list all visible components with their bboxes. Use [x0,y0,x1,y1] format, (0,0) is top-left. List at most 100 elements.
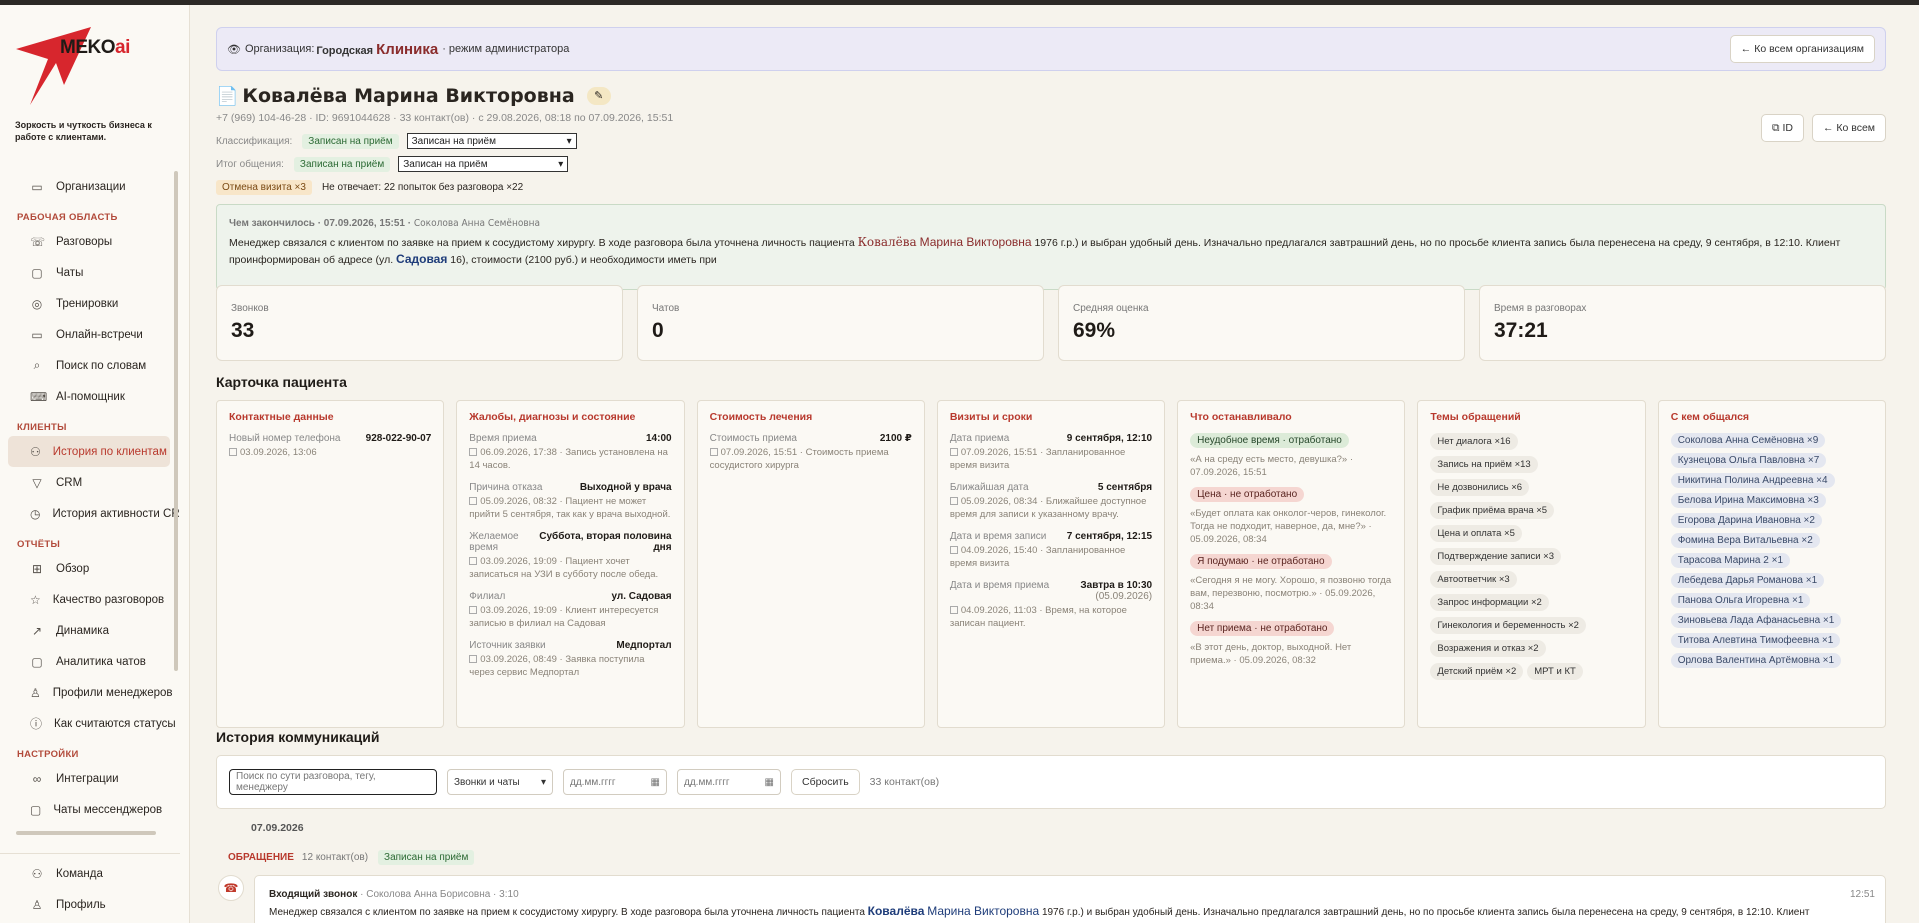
sidebar-item-integrations[interactable]: ∞ Интеграции [8,763,170,794]
sidebar-item-client-history[interactable]: ⚇ История по клиентам [8,436,170,467]
team-icon: ⚇ [31,866,43,881]
person-chip: Егорова Дарина Ивановна ×2 [1670,513,1822,528]
field-label: Желаемое время [469,531,519,553]
field-row: Дата приема 9 сентября, 12:10 [950,433,1152,444]
edit-icon[interactable]: ✎ [586,87,611,105]
classification-tag: Записан на приём [302,133,399,149]
person-chip: Титова Алевтина Тимофеевна ×1 [1670,633,1841,648]
all-organizations-button[interactable]: ← Ко всем организациям [1729,35,1875,63]
person-row: Титова Алевтина Тимофеевна ×1 [1670,633,1873,653]
note: 03.09.2026, 19:09 · Пациент хочет записа… [469,556,659,580]
history-search-input[interactable]: Поиск по сути разговора, тегу, менеджеру [229,769,437,795]
top-bar [0,0,1919,5]
sidebar-item-conversations[interactable]: ☏ Разговоры [8,226,170,257]
topic-chip: Нет диалога ×16 [1430,433,1518,450]
field-value: 9 сентября, 12:10 [1066,433,1153,444]
assistant-icon: ⌨ [30,389,48,404]
sidebar-item-ai-assistant[interactable]: ⌨ AI-помощник [8,381,170,412]
history-title: История коммуникаций [216,729,380,745]
main-content: 👁 Организация: Городская Клиника · режим… [216,27,1886,923]
history-icon: ◷ [30,506,41,521]
sidebar-item-overview[interactable]: ⊞ Обзор [8,553,170,584]
channel-select[interactable]: Звонки и чаты ▾ [447,769,553,795]
eye-icon: 👁 [227,43,241,56]
help-icon: ⓘ [30,717,43,731]
stat-chats: Чатов 0 [637,285,1044,361]
sidebar-bottom: ⚇ Команда ♙ Профиль [0,853,180,920]
topic-chip: График приёма врача ×5 [1430,502,1555,519]
calendar-icon [469,497,478,505]
field-row: Филиал ул. Садовая [469,591,671,602]
person-chip: Лебедева Дарья Романова ×1 [1670,573,1825,588]
sidebar-item-trainings[interactable]: ◎ Тренировки [8,288,170,319]
sidebar-item-organizations[interactable]: ▭ Организации [8,171,170,202]
topic-chip: Возражения и отказ ×2 [1430,640,1546,657]
classification-select[interactable]: Записан на приём ▾ [406,133,577,149]
note: 03.09.2026, 08:49 · Заявка поступила чер… [469,654,645,678]
note: 05.09.2026, 08:34 · Ближайшее доступное … [949,496,1147,520]
field-label: Причина отказа [469,482,543,493]
sidebar-scrollbar-horizontal[interactable] [16,831,156,835]
sidebar-item-crm-activity[interactable]: ◷ История активности CRM [8,498,180,529]
reset-button[interactable]: Сбросить [791,769,860,795]
person-row: Кузнецова Ольга Павловна ×7 [1670,453,1873,473]
card-contacts: Контактные данные Новый номер телефона 92… [216,400,445,728]
summary-head: Чем закончилось · 07.09.2026, 15:51 · Со… [229,218,541,229]
calendar-icon [709,448,718,456]
sidebar-scrollbar-vertical[interactable] [174,171,178,671]
topic-chip: Автоответчик ×3 [1430,571,1517,588]
topic-chip: Гинекология и беременность ×2 [1430,617,1586,634]
field-row: Причина отказа Выходной у врача [469,482,671,493]
video-icon: ▭ [31,327,43,342]
patient-cards: Контактные данные Новый номер телефона 92… [216,400,1886,728]
person-row: Фомина Вера Витальевна ×2 [1670,533,1873,553]
result-row: Итог общения: Записан на приём Записан н… [216,156,569,172]
chevron-down-icon: ▾ [540,776,546,788]
logo-text: MEKOai [60,37,130,58]
sidebar-item-manager-profiles[interactable]: ♙ Профили менеджеров [8,677,173,708]
stat-rating: Средняя оценка 69% [1058,285,1465,361]
call-summary: Менеджер связался с клиентом по заявке н… [269,904,1810,918]
phone-icon: ☏ [30,234,46,249]
date-from-input[interactable]: дд.мм.гггг ▦ [563,769,667,795]
person-row: Никитина Полина Андреевна ×4 [1670,473,1873,493]
sidebar-item-word-search[interactable]: ⌕ Поиск по словам [8,350,170,381]
stats-row: Звонков 33 Чатов 0 Средняя оценка 69% Время… [216,285,1886,361]
sidebar-item-crm[interactable]: ▽ CRM [8,467,170,498]
sidebar-item-status-help[interactable]: ⓘ Как считаются статусы [8,708,176,739]
sidebar-item-dynamics[interactable]: ↗ Динамика [8,615,170,646]
phone-icon: ☎ [218,875,244,901]
sidebar-item-quality[interactable]: ☆ Качество разговоров [8,584,170,615]
result-select[interactable]: Записан на приём ▾ [398,156,569,172]
person-row: Панова Ольга Игоревна ×1 [1670,593,1873,613]
copy-icon: ⧉ [1771,121,1780,134]
document-icon: 📄 [216,85,239,106]
date-to-input[interactable]: дд.мм.гггг ▦ [677,769,781,795]
calendar-icon [949,448,958,456]
section-settings: НАСТРОЙКИ [17,749,79,760]
stat-calls: Звонков 33 [216,285,623,361]
sidebar-item-meetings[interactable]: ▭ Онлайн-встречи [8,319,170,350]
topic-chip: Не дозвонились ×6 [1430,479,1530,496]
back-to-all-button[interactable]: ← Ко всем [1811,114,1886,142]
call-item[interactable]: ☎ 12:51 Входящий звонок · Соколова Анна … [216,875,1886,923]
topic-chip: Цена и оплата ×5 [1430,525,1522,542]
sidebar-item-team[interactable]: ⚇ Команда [8,858,170,889]
chevron-down-icon: ▾ [558,158,564,170]
person-row: Тарасова Марина 2 ×1 [1670,553,1873,573]
sidebar-item-chats[interactable]: ▢ Чаты [8,257,170,288]
grid-icon: ⊞ [31,561,43,576]
person-chip: Зиновьева Лада Афанасьевна ×1 [1670,613,1842,628]
person-chip: Панова Ольга Игоревна ×1 [1670,593,1811,608]
header-actions: ⧉ ID ← Ко всем [1760,114,1886,142]
copy-id-button[interactable]: ⧉ ID [1760,114,1804,142]
calendar-icon: ▦ [650,776,660,788]
person-row: Егорова Дарина Ивановна ×2 [1670,513,1873,533]
sidebar-item-profile[interactable]: ♙ Профиль [8,889,170,920]
topic-chip: Запрос информации ×2 [1430,594,1549,611]
sidebar-item-messengers[interactable]: ▢ Чаты мессенджеров [8,794,170,819]
filter-icon: ▽ [32,475,42,490]
calendar-icon [469,557,478,565]
link-icon: ∞ [32,771,42,786]
sidebar-item-chat-analytics[interactable]: ▢ Аналитика чатов [8,646,170,677]
